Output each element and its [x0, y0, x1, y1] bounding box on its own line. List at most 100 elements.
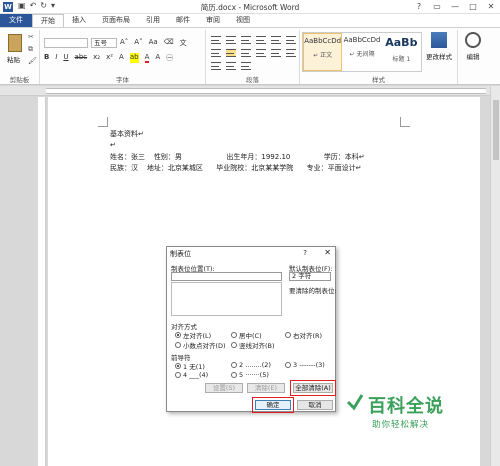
baike-logo-icon [346, 394, 364, 411]
clear-button[interactable]: 清除(E) [247, 383, 285, 393]
leader-dashes-radio[interactable]: 3 -------(3) [285, 361, 325, 369]
tab-references[interactable]: 引用 [138, 14, 168, 27]
font-size-box[interactable]: 五号 [91, 38, 117, 48]
cut-icon[interactable]: ✂ [28, 33, 34, 41]
tabs-dialog: 制表位 ? ✕ 制表位位置(T): 默认制表位(F): 2 字符 要清除的制表位… [166, 246, 337, 413]
paste-icon[interactable] [8, 34, 22, 52]
tab-mailings[interactable]: 邮件 [168, 14, 198, 27]
clipboard-group: 粘贴 ✂ ⧉ 🖌 剪贴板 [0, 30, 40, 84]
ribbon-display-icon[interactable]: ▭ [428, 0, 446, 13]
increase-indent-icon[interactable] [271, 36, 281, 44]
scrollbar-thumb[interactable] [493, 100, 499, 160]
tab-stop-list[interactable] [171, 282, 282, 316]
change-styles-button[interactable]: 更改样式 [424, 32, 454, 61]
justify-icon[interactable] [256, 49, 266, 57]
watermark-subtitle: 助你轻松解决 [372, 420, 430, 430]
tab-file[interactable]: 文件 [0, 14, 32, 27]
borders-icon[interactable] [226, 62, 236, 70]
editing-label: 编辑 [466, 53, 480, 61]
set-button[interactable]: 设置(S) [205, 383, 243, 393]
show-marks-icon[interactable] [241, 62, 251, 70]
radio-dot [175, 342, 181, 348]
radio-dot [231, 362, 237, 368]
align-right-icon[interactable] [241, 49, 251, 57]
align-center-radio[interactable]: 居中(C) [231, 330, 262, 340]
help-button[interactable]: ? [410, 0, 428, 13]
bold-icon[interactable]: B [44, 53, 49, 63]
tab-insert[interactable]: 插入 [64, 14, 94, 27]
shrink-font-icon[interactable]: A˅ [134, 38, 142, 48]
shading-icon[interactable] [211, 62, 221, 70]
italic-icon[interactable]: I [55, 53, 57, 63]
leader-none-radio[interactable]: 1 无(1) [175, 361, 205, 371]
distributed-icon[interactable] [271, 49, 281, 57]
leader-underline-radio[interactable]: 4 ___(4) [175, 371, 208, 379]
radio-label: 4 ___(4) [183, 371, 209, 379]
radio-dot [231, 372, 237, 378]
ok-highlight [252, 397, 294, 413]
align-right-radio[interactable]: 右对齐(R) [285, 330, 322, 340]
align-center-icon[interactable] [226, 49, 236, 57]
tab-stop-position-input[interactable] [171, 272, 282, 281]
font-color-icon[interactable]: A [144, 53, 150, 63]
font-group-label: 字体 [116, 76, 129, 84]
default-tab-spinner[interactable]: 2 字符 [289, 272, 331, 281]
numbering-icon[interactable] [226, 36, 236, 44]
line-spacing-icon[interactable] [286, 49, 296, 57]
grow-font-icon[interactable]: A˄ [120, 38, 128, 48]
multilevel-list-icon[interactable] [241, 36, 251, 44]
font-group: 五号 A˄ A˅ Aa ⌫ 文 B I U abc x₂ x² A ab A A… [40, 30, 206, 84]
strikethrough-icon[interactable]: abc [75, 53, 88, 63]
leader-dots-radio[interactable]: 2 ........(2) [231, 361, 271, 369]
tab-page-layout[interactable]: 页面布局 [94, 14, 138, 27]
underline-icon[interactable]: U [63, 53, 68, 63]
clear-formatting-icon[interactable]: ⌫ [164, 38, 174, 48]
phonetic-guide-icon[interactable]: 文 [180, 38, 187, 48]
change-styles-label: 更改样式 [426, 53, 452, 61]
maximize-button[interactable]: □ [464, 0, 482, 13]
to-clear-label: 要清除的制表位: [289, 287, 337, 295]
dialog-help-button[interactable]: ? [303, 249, 307, 257]
sort-icon[interactable] [286, 36, 296, 44]
bullets-icon[interactable] [211, 36, 221, 44]
align-left-icon[interactable] [211, 49, 221, 57]
minimize-button[interactable]: — [446, 0, 464, 13]
highlight-icon[interactable]: ab [129, 53, 139, 63]
font-name-box[interactable] [44, 38, 88, 48]
paragraph-group: 段落 [206, 30, 300, 84]
crop-mark [400, 117, 410, 127]
tab-view[interactable]: 视图 [228, 14, 258, 27]
tab-home[interactable]: 开始 [32, 14, 64, 27]
editing-button[interactable]: 编辑 [458, 32, 488, 61]
enclose-char-icon[interactable]: ㊀ [166, 53, 173, 63]
tab-review[interactable]: 审阅 [198, 14, 228, 27]
align-bar-radio[interactable]: 竖线对齐(B) [231, 340, 275, 350]
paragraph-row1 [211, 36, 296, 44]
paste-button-label[interactable]: 粘贴 [7, 54, 20, 64]
font-row2: B I U abc x₂ x² A ab A A ㊀ [44, 53, 173, 63]
paragraph-row3 [211, 62, 251, 70]
superscript-icon[interactable]: x² [106, 53, 113, 63]
text-effects-icon[interactable]: A [119, 53, 124, 63]
doc-line-heading: 基本资料↵ [110, 130, 144, 138]
radio-dot [175, 332, 181, 338]
copy-icon[interactable]: ⧉ [28, 45, 33, 54]
format-painter-icon[interactable]: 🖌 [28, 57, 37, 65]
change-case-icon[interactable]: Aa [149, 38, 158, 48]
subscript-icon[interactable]: x₂ [93, 53, 100, 63]
horizontal-ruler[interactable] [0, 86, 500, 96]
radio-dot [175, 372, 181, 378]
align-decimal-radio[interactable]: 小数点对齐(D) [175, 340, 226, 350]
align-left-radio[interactable]: 左对齐(L) [175, 330, 211, 340]
decrease-indent-icon[interactable] [256, 36, 266, 44]
ruler-track [46, 88, 486, 94]
vertical-ruler[interactable] [38, 97, 46, 466]
vertical-scrollbar[interactable] [490, 86, 500, 466]
radio-label: 3 -------(3) [293, 361, 325, 369]
close-button[interactable]: ✕ [482, 0, 500, 13]
dialog-close-button[interactable]: ✕ [324, 248, 331, 257]
leader-middots-radio[interactable]: 5 ·······(5) [231, 371, 269, 379]
radio-dot [285, 362, 291, 368]
char-shading-icon[interactable]: A [155, 53, 160, 63]
cancel-button[interactable]: 取消 [297, 400, 333, 410]
